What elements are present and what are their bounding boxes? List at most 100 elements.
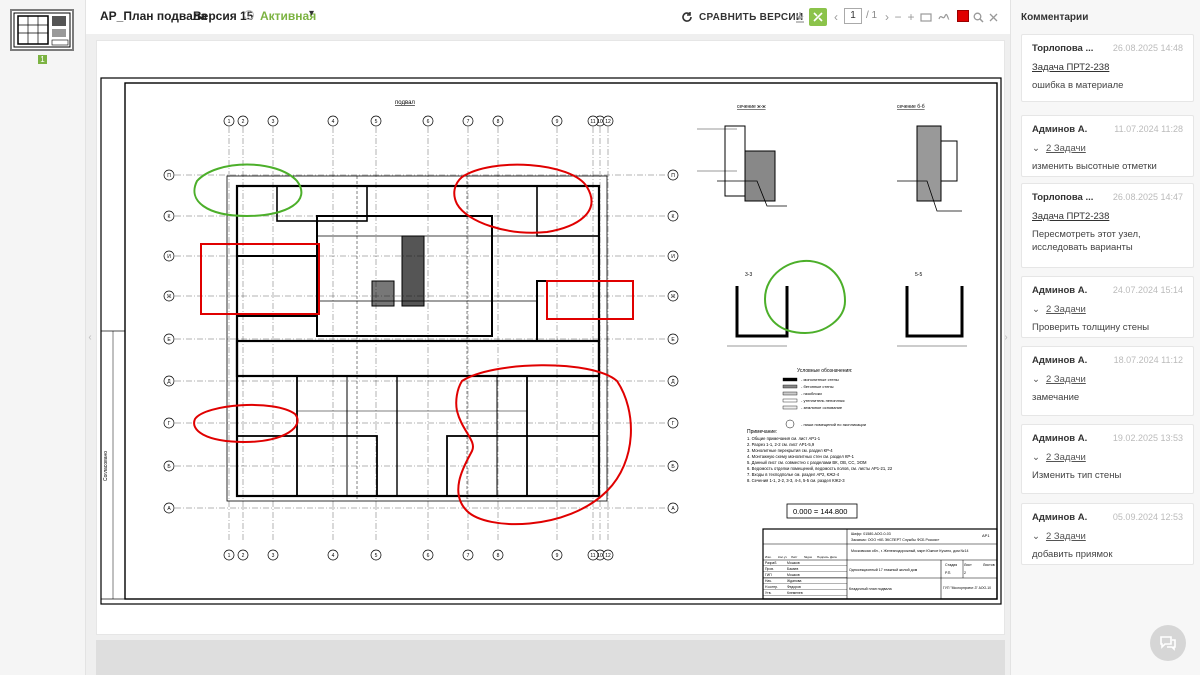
svg-text:6: 6	[427, 119, 430, 125]
markup-tool-icon[interactable]	[809, 8, 827, 26]
chevron-down-icon[interactable]: ▾	[309, 8, 314, 19]
legend-item: - ниши помещений по экспликации	[785, 419, 866, 429]
markup-red-2[interactable]	[546, 280, 634, 320]
markup-red-1[interactable]	[200, 243, 320, 315]
stamp-person-role: Н.контр.	[765, 585, 778, 589]
svg-text:Ж: Ж	[671, 294, 676, 300]
axis-bubble-top: 12	[602, 115, 614, 127]
info-icon[interactable]: i	[244, 10, 254, 20]
comment-tasks-toggle[interactable]: ⌄ 2 Задачи	[1032, 143, 1183, 154]
axis-bubble-top: 7	[462, 115, 474, 127]
stamp-role-header: Подпись	[817, 555, 829, 559]
axis-bubble-top: 4	[327, 115, 339, 127]
stamp-stage-header: Листов	[983, 563, 995, 567]
chat-button[interactable]	[1150, 625, 1186, 661]
side-label: Согласовано	[103, 451, 109, 481]
svg-text:- бетонные стены: - бетонные стены	[801, 384, 834, 389]
page-thumbnails-panel: 1	[0, 0, 86, 675]
comment-text: Изменить тип стены	[1032, 470, 1122, 481]
annotation-color-swatch[interactable]	[957, 10, 969, 22]
chat-icon	[1160, 636, 1176, 651]
comment-card[interactable]: Торлопова ... 26.08.2025 14:47 Задача ПРТ2…	[1021, 183, 1194, 268]
rectangle-tool-icon[interactable]	[919, 8, 933, 26]
axis-bubble-left: К	[163, 210, 175, 222]
chevron-down-icon: ⌄	[1032, 304, 1040, 315]
comment-tasks-toggle[interactable]: ⌄ 2 Задачи	[1032, 452, 1183, 463]
stamp-code: Шифр: 01580-АОО-0-03	[851, 532, 891, 536]
stamp-sheet-code: АР1	[982, 533, 990, 538]
level-mark: 0.000 = 144.800	[793, 507, 847, 516]
svg-text:2: 2	[242, 553, 245, 559]
comment-card[interactable]: Админов А. 24.07.2024 15:14 ⌄ 2 Задачи Прове…	[1021, 276, 1194, 338]
close-icon[interactable]	[987, 8, 999, 26]
stamp-person-name: Бакаев	[787, 567, 798, 571]
comment-header: Админов А. 18.07.2024 11:12	[1032, 355, 1183, 366]
comment-text: изменить высотные отметки	[1032, 161, 1157, 172]
compare-versions-button[interactable]: СРАВНИТЬ ВЕРСИИ	[681, 8, 803, 26]
comment-author: Торлопова ...	[1032, 192, 1094, 203]
axis-bubble-right: Ж	[667, 290, 679, 302]
comment-tasks-label: 2 Задачи	[1045, 374, 1086, 385]
comment-card[interactable]: Админов А. 05.09.2024 12:53 ⌄ 2 Задачи добав…	[1021, 503, 1194, 565]
axis-bubble-top: 3	[267, 115, 279, 127]
axis-bubble-bottom: 8	[492, 549, 504, 561]
comments-panel: Комментарии Торлопова ... 26.08.2025 14:4…	[1010, 0, 1200, 675]
svg-text:3: 3	[272, 119, 275, 125]
axis-bubble-right: П	[667, 169, 679, 181]
legend-item: - газоблоки	[782, 391, 822, 396]
comment-header: Админов А. 24.07.2024 15:14	[1032, 285, 1183, 296]
comment-card[interactable]: Торлопова ... 26.08.2025 14:48 Задача ПРТ2…	[1021, 34, 1194, 102]
comment-text: ошибка в материале	[1032, 80, 1124, 91]
svg-text:5: 5	[375, 553, 378, 559]
notes-title: Примечание:	[747, 429, 777, 435]
comment-task-link[interactable]: Задача ПРТ2-238	[1032, 62, 1183, 73]
document-canvas[interactable]: ‹ › Согласовано подвал 1 1 2 2 3 3 4 4 5…	[86, 34, 1010, 675]
axis-bubble-bottom: 7	[462, 549, 474, 561]
version-status[interactable]: Активная	[260, 9, 316, 23]
axis-bubble-left: Ж	[163, 290, 175, 302]
comment-card[interactable]: Админов А. 11.07.2024 11:28 ⌄ 2 Задачи измен…	[1021, 115, 1194, 177]
svg-text:Г: Г	[672, 421, 675, 427]
legend-item: - земляное основание	[782, 405, 843, 410]
comment-tasks-toggle[interactable]: ⌄ 2 Задачи	[1032, 374, 1183, 385]
comment-card[interactable]: Админов А. 18.07.2024 11:12 ⌄ 2 Задачи замеч…	[1021, 346, 1194, 416]
axis-bubble-bottom: 12	[602, 549, 614, 561]
zoom-in-icon[interactable]: +	[906, 8, 916, 26]
zoom-out-icon[interactable]: −	[893, 8, 903, 26]
chevron-right-icon[interactable]: ›	[883, 8, 891, 26]
axis-bubble-top: 2	[237, 115, 249, 127]
stamp-stage-header: Лист	[964, 563, 972, 567]
markup-green-1[interactable]	[193, 163, 303, 218]
freehand-tool-icon[interactable]	[937, 8, 951, 26]
chevron-down-icon: ⌄	[1032, 531, 1040, 542]
comment-tasks-toggle[interactable]: ⌄ 2 Задачи	[1032, 304, 1183, 315]
thumbnail-page-number: 1	[38, 55, 47, 64]
section-mid-right-title: 5-5	[915, 272, 922, 278]
stamp-customer: Заказчик: ООО «КБ ЭКСПЕРТ Службы ФСБ Рос…	[851, 538, 939, 542]
chevron-left-icon[interactable]: ‹	[832, 8, 840, 26]
comment-tasks-toggle[interactable]: ⌄ 2 Задачи	[1032, 531, 1183, 542]
comment-author: Админов А.	[1032, 285, 1088, 296]
axis-bubble-bottom: 5	[370, 549, 382, 561]
comment-task-link[interactable]: Задача ПРТ2-238	[1032, 211, 1183, 222]
comment-card[interactable]: Админов А. 19.02.2025 13:53 ⌄ 2 Задачи Измен…	[1021, 424, 1194, 494]
stamp-role-header: №док	[804, 555, 813, 559]
svg-text:8: 8	[497, 553, 500, 559]
markup-green-2[interactable]	[763, 259, 847, 335]
comment-text: замечание	[1032, 392, 1080, 403]
floor-plan	[226, 175, 608, 502]
search-icon[interactable]	[972, 8, 984, 26]
axis-bubble-left: И	[163, 250, 175, 262]
page-thumbnail[interactable]	[10, 9, 74, 51]
collapse-left-icon[interactable]: ‹	[86, 330, 94, 346]
axis-bubble-left: Д	[163, 375, 175, 387]
page-number-input[interactable]: 1	[844, 8, 862, 24]
grid-axes: 112233445566778899101011111212П ПК КИ ИЖ ЖЕ Е…	[163, 115, 679, 561]
download-icon[interactable]	[793, 8, 807, 26]
comment-date: 05.09.2024 12:53	[1112, 512, 1183, 522]
stamp-person-role: Утв.	[765, 591, 772, 595]
stamp-building: Односекционный 17 этажный жилой дом	[849, 568, 918, 572]
markup-red-5[interactable]	[455, 364, 632, 526]
page-bottom-margin	[96, 640, 1005, 675]
stamp-role-header: Кол.уч	[778, 555, 787, 559]
